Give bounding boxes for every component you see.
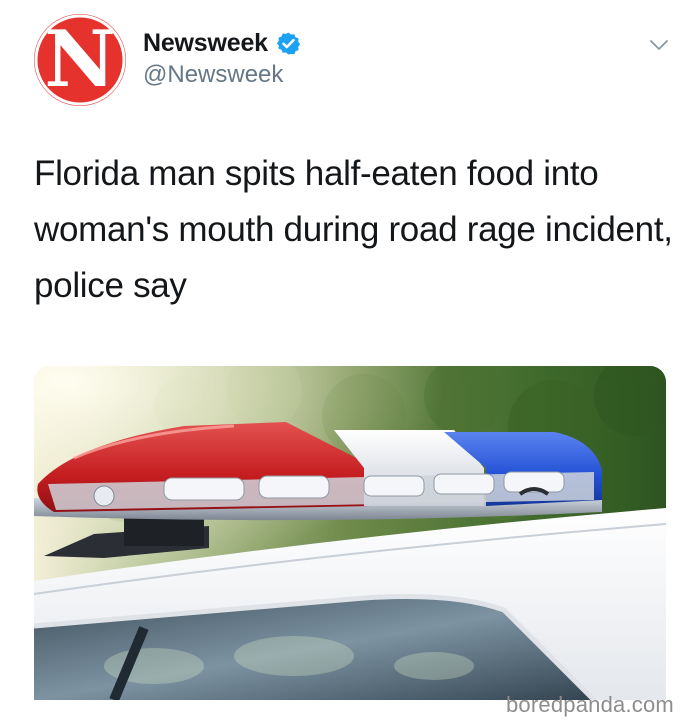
watermark: boredpanda.com [506,692,674,717]
verified-badge-icon [276,31,301,56]
display-name[interactable]: Newsweek [143,29,268,58]
police-light-bar-photo [34,366,666,700]
avatar-logo-letter: N [44,14,116,105]
tweet-card: N Newsweek @Newsweek Florida man spits h… [0,0,700,724]
name-row: Newsweek [143,27,301,59]
tweet-media-photo[interactable] [34,366,666,700]
avatar[interactable]: N [34,14,126,106]
tweet-text: Florida man spits half-eaten food into w… [34,154,673,305]
user-handle[interactable]: @Newsweek [143,61,283,89]
chevron-down-icon[interactable] [648,34,670,56]
